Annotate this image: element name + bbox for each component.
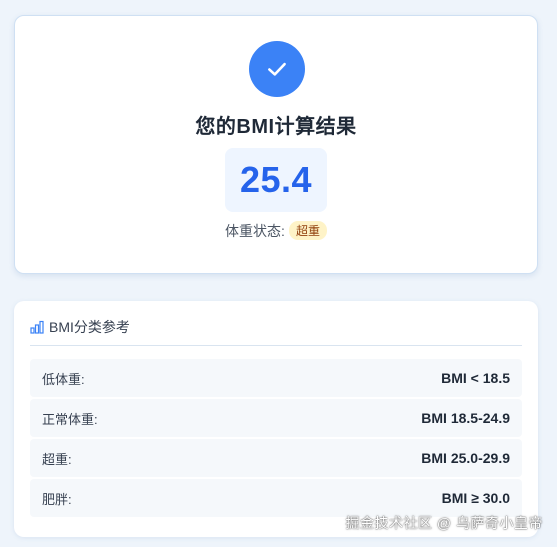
- reference-title: BMI分类参考: [49, 319, 130, 335]
- check-icon: [249, 41, 305, 97]
- reference-row-range: BMI 25.0-29.9: [421, 450, 510, 466]
- reference-row-label: 低体重:: [42, 371, 85, 387]
- reference-row-label: 正常体重:: [42, 411, 98, 427]
- status-label: 体重状态:: [225, 223, 285, 239]
- reference-row-overweight: 超重: BMI 25.0-29.9: [30, 439, 522, 477]
- bmi-value: 25.4: [239, 159, 313, 200]
- bmi-reference-card: BMI分类参考 低体重: BMI < 18.5 正常体重: BMI 18.5-2…: [14, 301, 538, 537]
- watermark: 掘金技术社区 @ 乌萨奇小皇帝: [345, 515, 543, 531]
- reference-row-range: BMI 18.5-24.9: [421, 410, 510, 426]
- reference-row-normal: 正常体重: BMI 18.5-24.9: [30, 399, 522, 437]
- reference-row-underweight: 低体重: BMI < 18.5: [30, 359, 522, 397]
- reference-row-range: BMI ≥ 30.0: [441, 490, 510, 506]
- result-card: 您的BMI计算结果 25.4 体重状态: 超重: [14, 15, 538, 274]
- reference-header: BMI分类参考: [30, 315, 522, 346]
- reference-row-label: 肥胖:: [42, 491, 72, 507]
- result-title: 您的BMI计算结果: [195, 116, 357, 138]
- reference-row-range: BMI < 18.5: [441, 370, 510, 386]
- status-badge: 超重: [288, 221, 327, 240]
- bmi-value-box: 25.4: [225, 148, 327, 212]
- bar-chart-icon: [30, 320, 44, 334]
- status-line: 体重状态: 超重: [15, 221, 537, 241]
- reference-row-label: 超重:: [42, 451, 72, 467]
- reference-row-obese: 肥胖: BMI ≥ 30.0: [30, 479, 522, 517]
